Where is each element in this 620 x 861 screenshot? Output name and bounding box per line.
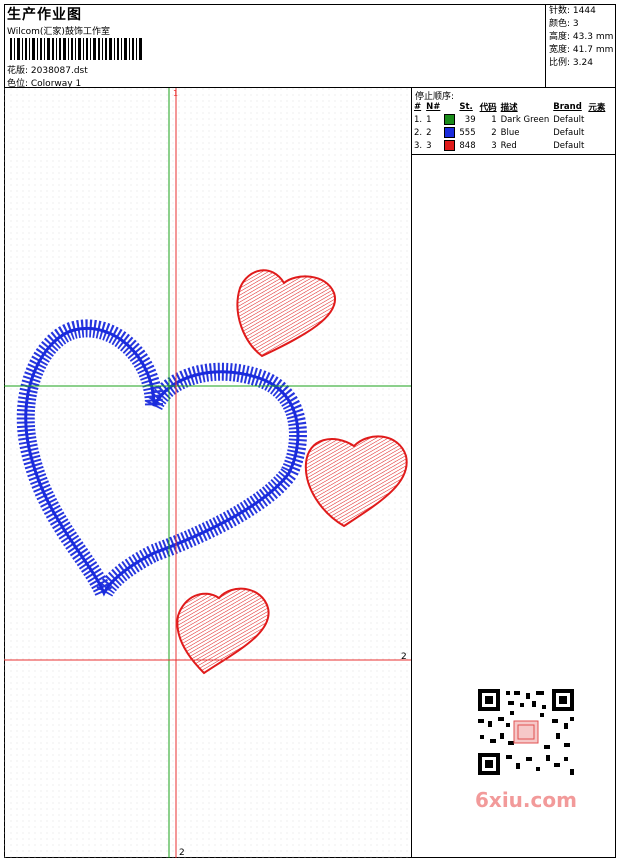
row-element [588,139,609,152]
color-swatch [444,140,456,151]
row-code: 1 [491,114,497,125]
studio-name: Wilcom(汇家)鼓饰工作室 [7,27,110,37]
stat-width: 宽度: 41.7 mm [549,45,614,55]
col-n: N# [426,102,441,112]
row-element [588,126,609,139]
row-swatch [444,113,459,126]
stat-scale: 比例: 3.24 [549,58,593,68]
stats-panel: 针数: 1444 颜色: 3 高度: 43.3 mm 宽度: 41.7 mm 比… [545,4,616,88]
sequence-row: 2. 2 555 2 Blue Default [414,126,609,139]
col-code: 代码 [479,103,497,113]
design-canvas: 1 2 2 [4,88,411,858]
col-brand: Brand [553,102,582,112]
sequence-row: 3. 3 848 3 Red Default [414,139,609,152]
embroidery-preview: 1 2 2 [4,88,411,858]
row-swatch [444,126,459,139]
header: 生产作业图 Wilcom(汇家)鼓饰工作室 花版: 2038087.dst 色位… [4,4,616,89]
col-stitches: St. [459,102,473,112]
row-index: 2. [414,127,423,138]
stat-stitches: 针数: 1444 [549,6,596,16]
stat-colors: 颜色: 3 [549,19,579,29]
row-index: 3. [414,140,423,151]
color-swatch [444,127,456,138]
row-brand: Default [553,127,585,138]
design-file: 花版: 2038087.dst [7,66,88,76]
sequence-table: # N# St. 代码 描述 Brand 元素 1. 1 39 1 Dark Green… [414,101,609,152]
row-element [588,113,609,126]
row-n: 3 [426,140,432,151]
row-stitches: 555 [459,127,476,138]
watermark: 6xiu.com [475,788,577,812]
sequence-header-row: # N# St. 代码 描述 Brand 元素 [414,101,609,113]
row-index: 1. [414,114,423,125]
row-code: 2 [491,127,497,138]
axis-label-right: 2 [401,652,407,662]
sequence-row: 1. 1 39 1 Dark Green Default [414,113,609,126]
page-title: 生产作业图 [7,7,82,23]
row-brand: Default [553,114,585,125]
color-swatch [444,114,456,125]
sequence-divider [412,154,616,155]
col-desc: 描述 [500,103,518,113]
col-element: 元素 [588,103,606,113]
row-code: 3 [491,140,497,151]
axis-label-bottom: 2 [179,848,185,858]
row-swatch [444,139,459,152]
barcode [10,38,142,60]
row-stitches: 39 [464,114,476,125]
row-brand: Default [553,140,585,151]
col-swatch [444,101,459,113]
row-desc: Red [500,140,517,151]
stat-height: 高度: 43.3 mm [549,32,614,42]
row-n: 1 [426,114,432,125]
col-index: # [414,102,422,112]
row-desc: Blue [500,127,520,138]
qr-code [470,683,582,781]
row-stitches: 848 [459,140,476,151]
row-n: 2 [426,127,432,138]
row-desc: Dark Green [500,114,550,125]
axis-label-top: 1 [173,89,178,98]
